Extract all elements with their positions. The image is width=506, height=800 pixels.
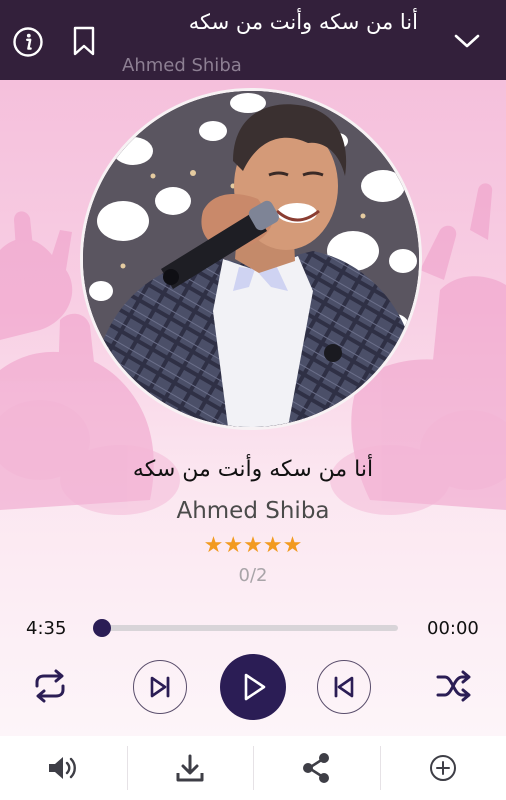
bottom-toolbar: [0, 736, 506, 800]
previous-button[interactable]: [317, 660, 371, 714]
artist-name[interactable]: Ahmed Shiba: [0, 498, 506, 524]
skip-next-icon: [150, 676, 170, 698]
repeat-button[interactable]: [26, 666, 74, 706]
star-icon[interactable]: ★: [243, 534, 263, 558]
bookmark-button[interactable]: [70, 24, 98, 58]
remaining-time: 00:00: [427, 618, 479, 639]
play-button[interactable]: [220, 654, 286, 720]
seek-thumb[interactable]: [93, 619, 111, 637]
header-artist-name: Ahmed Shiba: [122, 55, 242, 76]
next-button[interactable]: [133, 660, 187, 714]
shuffle-icon: [436, 670, 471, 702]
collapse-player-button[interactable]: [450, 26, 484, 56]
top-bar: أنا من سكه وأنت من سكه Ahmed Shiba: [0, 0, 506, 80]
shuffle-button[interactable]: [430, 666, 478, 706]
album-art: [80, 88, 422, 430]
bookmark-icon: [73, 26, 95, 56]
star-icon[interactable]: ★: [204, 534, 224, 558]
volume-button[interactable]: [0, 736, 127, 800]
seek-bar[interactable]: [100, 625, 398, 631]
star-icon[interactable]: ★: [283, 534, 303, 558]
share-button[interactable]: [253, 736, 380, 800]
play-icon: [244, 673, 266, 701]
volume-icon: [49, 757, 77, 779]
chevron-down-icon: [454, 34, 480, 48]
star-rating[interactable]: ★★★★★: [0, 534, 506, 558]
add-to-playlist-button[interactable]: [379, 736, 506, 800]
elapsed-time: 4:35: [26, 618, 67, 639]
info-button[interactable]: [12, 26, 44, 58]
skip-previous-icon: [334, 676, 354, 698]
rating-count: 0/2: [238, 565, 268, 586]
info-icon: [13, 27, 43, 57]
song-title: أنا من سكه وأنت من سكه: [132, 457, 374, 482]
star-icon[interactable]: ★: [263, 534, 283, 558]
player-area: أنا من سكه وأنت من سكه Ahmed Shiba ★★★★★…: [0, 80, 506, 736]
star-icon[interactable]: ★: [223, 534, 243, 558]
share-icon: [303, 753, 330, 783]
download-icon: [176, 754, 204, 782]
add-circle-icon: [429, 755, 456, 781]
download-button[interactable]: [126, 736, 254, 800]
repeat-icon: [35, 669, 65, 703]
header-song-title: أنا من سكه وأنت من سكه: [188, 10, 418, 34]
artist-photo: [83, 91, 419, 427]
